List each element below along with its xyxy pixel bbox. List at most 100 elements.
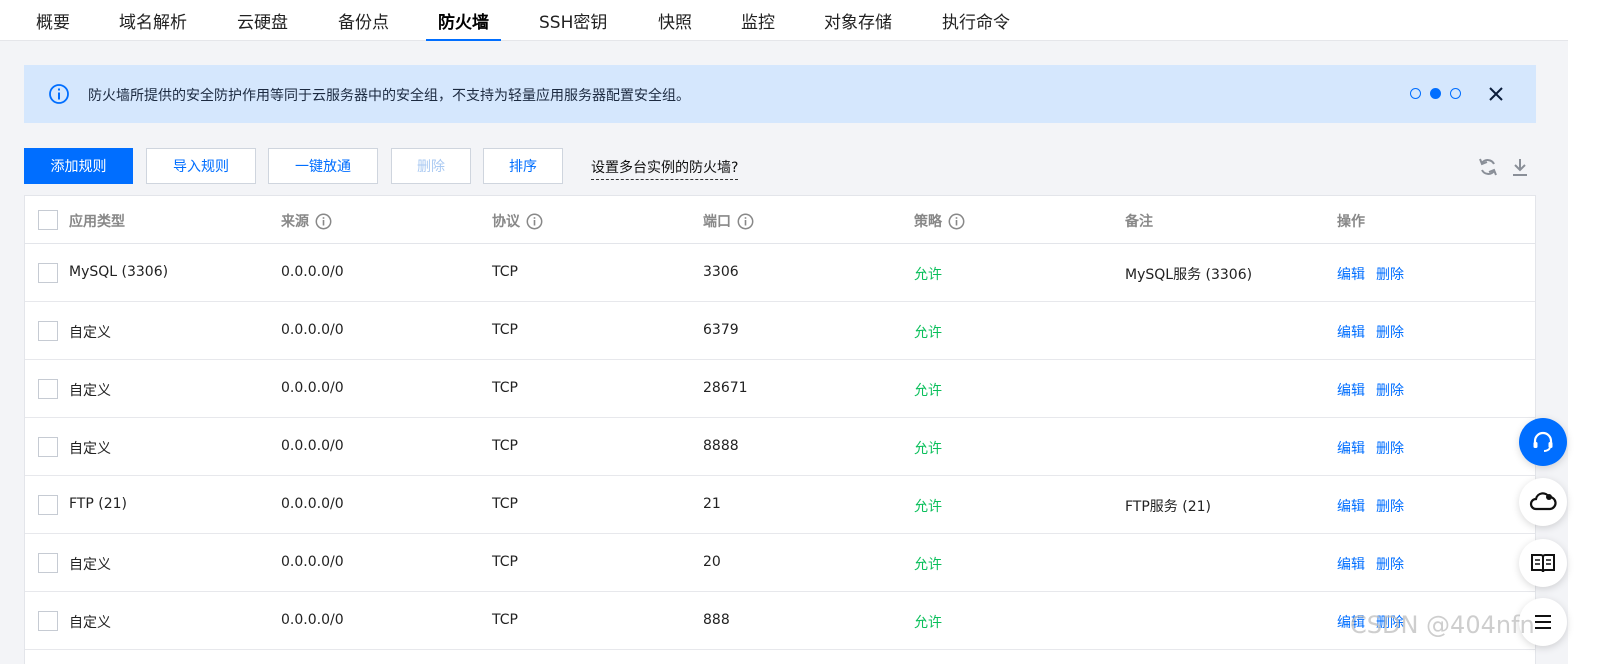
edit-link[interactable]: 编辑 xyxy=(1337,322,1365,342)
book-icon xyxy=(1531,554,1555,573)
delete-link[interactable]: 删除 xyxy=(1376,322,1404,342)
tab-dns[interactable]: 域名解析 xyxy=(119,8,187,41)
tab-backup[interactable]: 备份点 xyxy=(338,8,389,41)
delete-link[interactable]: 删除 xyxy=(1376,496,1404,516)
menu-icon xyxy=(1535,615,1551,629)
cell-app-type: 自定义 xyxy=(69,441,111,457)
row-checkbox[interactable] xyxy=(38,495,58,515)
cell-protocol: TCP xyxy=(492,322,518,338)
multi-instance-firewall-link[interactable]: 设置多台实例的防火墙? xyxy=(591,157,739,180)
table-row: 自定义 0.0.0.0/0 TCP 8888 允许 编辑 删除 xyxy=(25,418,1535,476)
cell-app-type: 自定义 xyxy=(69,325,111,341)
cell-policy: 允许 xyxy=(914,499,942,515)
sort-button[interactable]: 排序 xyxy=(483,148,563,184)
customer-service-button[interactable] xyxy=(1519,418,1567,466)
cell-protocol: TCP xyxy=(492,612,518,628)
docs-button[interactable] xyxy=(1519,539,1567,587)
row-checkbox[interactable] xyxy=(38,379,58,399)
delete-link[interactable]: 删除 xyxy=(1376,438,1404,458)
tab-cloud-disk[interactable]: 云硬盘 xyxy=(237,8,288,41)
cell-app-type: FTP (21) xyxy=(69,496,127,512)
cell-port: 8888 xyxy=(703,438,739,454)
cell-source: 0.0.0.0/0 xyxy=(281,322,344,338)
delete-button[interactable]: 删除 xyxy=(391,148,471,184)
delete-link[interactable]: 删除 xyxy=(1376,264,1404,284)
delete-link[interactable]: 删除 xyxy=(1376,380,1404,400)
cell-port: 3306 xyxy=(703,264,739,280)
tab-monitor[interactable]: 监控 xyxy=(741,8,775,41)
header-source: 来源 xyxy=(281,211,332,231)
delete-link[interactable]: 删除 xyxy=(1376,612,1404,632)
menu-button[interactable] xyxy=(1519,598,1567,646)
cloud-assistant-button[interactable] xyxy=(1519,478,1567,526)
cell-app-type: 自定义 xyxy=(69,615,111,631)
close-icon[interactable] xyxy=(1486,84,1506,104)
banner-page-indicator xyxy=(1410,88,1461,99)
cell-port: 888 xyxy=(703,612,730,628)
info-icon[interactable] xyxy=(315,213,332,230)
edit-link[interactable]: 编辑 xyxy=(1337,264,1365,284)
cell-port: 28671 xyxy=(703,380,748,396)
tab-object-storage[interactable]: 对象存储 xyxy=(824,8,892,41)
delete-link[interactable]: 删除 xyxy=(1376,554,1404,574)
tab-ssh-keys[interactable]: SSH密钥 xyxy=(539,8,607,41)
table-row: 自定义 0.0.0.0/0 TCP 20 允许 编辑 删除 xyxy=(25,534,1535,592)
cell-protocol: TCP xyxy=(492,380,518,396)
table-row: MySQL (3306) 0.0.0.0/0 TCP 3306 允许 MySQL… xyxy=(25,244,1535,302)
info-icon[interactable] xyxy=(526,213,543,230)
cell-note: MySQL服务 (3306) xyxy=(1125,267,1253,283)
table-row: 自定义 0.0.0.0/0 TCP 888 允许 编辑 删除 xyxy=(25,592,1535,650)
edit-link[interactable]: 编辑 xyxy=(1337,496,1365,516)
row-checkbox[interactable] xyxy=(38,321,58,341)
cell-protocol: TCP xyxy=(492,264,518,280)
cell-source: 0.0.0.0/0 xyxy=(281,264,344,280)
cell-source: 0.0.0.0/0 xyxy=(281,612,344,628)
edit-link[interactable]: 编辑 xyxy=(1337,380,1365,400)
scrollbar-track[interactable] xyxy=(1568,0,1597,664)
firewall-rules-table: 应用类型 来源 协议 端口 策略 备注 操作 MySQL (3306) 0.0.… xyxy=(24,195,1536,664)
select-all-checkbox[interactable] xyxy=(38,210,58,230)
one-click-open-button[interactable]: 一键放通 xyxy=(268,148,378,184)
headset-icon xyxy=(1533,431,1553,452)
header-protocol: 协议 xyxy=(492,211,543,231)
edit-link[interactable]: 编辑 xyxy=(1337,612,1365,632)
cell-source: 0.0.0.0/0 xyxy=(281,438,344,454)
header-note: 备注 xyxy=(1125,214,1153,230)
header-action: 操作 xyxy=(1337,214,1365,230)
download-icon[interactable] xyxy=(1510,156,1530,178)
info-icon xyxy=(49,84,69,104)
cell-app-type: 自定义 xyxy=(69,383,111,399)
cell-protocol: TCP xyxy=(492,496,518,512)
cell-policy: 允许 xyxy=(914,557,942,573)
cloud-icon xyxy=(1529,492,1557,511)
tab-firewall[interactable]: 防火墙 xyxy=(426,8,501,41)
page-dot-active[interactable] xyxy=(1430,88,1441,99)
cell-app-type: 自定义 xyxy=(69,557,111,573)
cell-note: FTP服务 (21) xyxy=(1125,499,1211,515)
tab-snapshot[interactable]: 快照 xyxy=(658,8,692,41)
refresh-icon[interactable] xyxy=(1478,156,1498,178)
table-row: FTP (21) 0.0.0.0/0 TCP 21 允许 FTP服务 (21) … xyxy=(25,476,1535,534)
cell-port: 21 xyxy=(703,496,721,512)
row-checkbox[interactable] xyxy=(38,611,58,631)
edit-link[interactable]: 编辑 xyxy=(1337,554,1365,574)
info-banner: 防火墙所提供的安全防护作用等同于云服务器中的安全组，不支持为轻量应用服务器配置安… xyxy=(24,65,1536,123)
edit-link[interactable]: 编辑 xyxy=(1337,438,1365,458)
row-checkbox[interactable] xyxy=(38,263,58,283)
row-checkbox[interactable] xyxy=(38,437,58,457)
table-header: 应用类型 来源 协议 端口 策略 备注 操作 xyxy=(25,196,1535,244)
cell-source: 0.0.0.0/0 xyxy=(281,554,344,570)
cell-policy: 允许 xyxy=(914,383,942,399)
tab-overview[interactable]: 概要 xyxy=(36,8,70,41)
cell-protocol: TCP xyxy=(492,554,518,570)
cell-port: 6379 xyxy=(703,322,739,338)
row-checkbox[interactable] xyxy=(38,553,58,573)
page-dot[interactable] xyxy=(1410,88,1421,99)
tab-run-command[interactable]: 执行命令 xyxy=(942,8,1010,41)
info-icon[interactable] xyxy=(948,213,965,230)
page-dot[interactable] xyxy=(1450,88,1461,99)
import-rule-button[interactable]: 导入规则 xyxy=(146,148,256,184)
info-icon[interactable] xyxy=(737,213,754,230)
add-rule-button[interactable]: 添加规则 xyxy=(24,148,133,184)
cell-source: 0.0.0.0/0 xyxy=(281,496,344,512)
